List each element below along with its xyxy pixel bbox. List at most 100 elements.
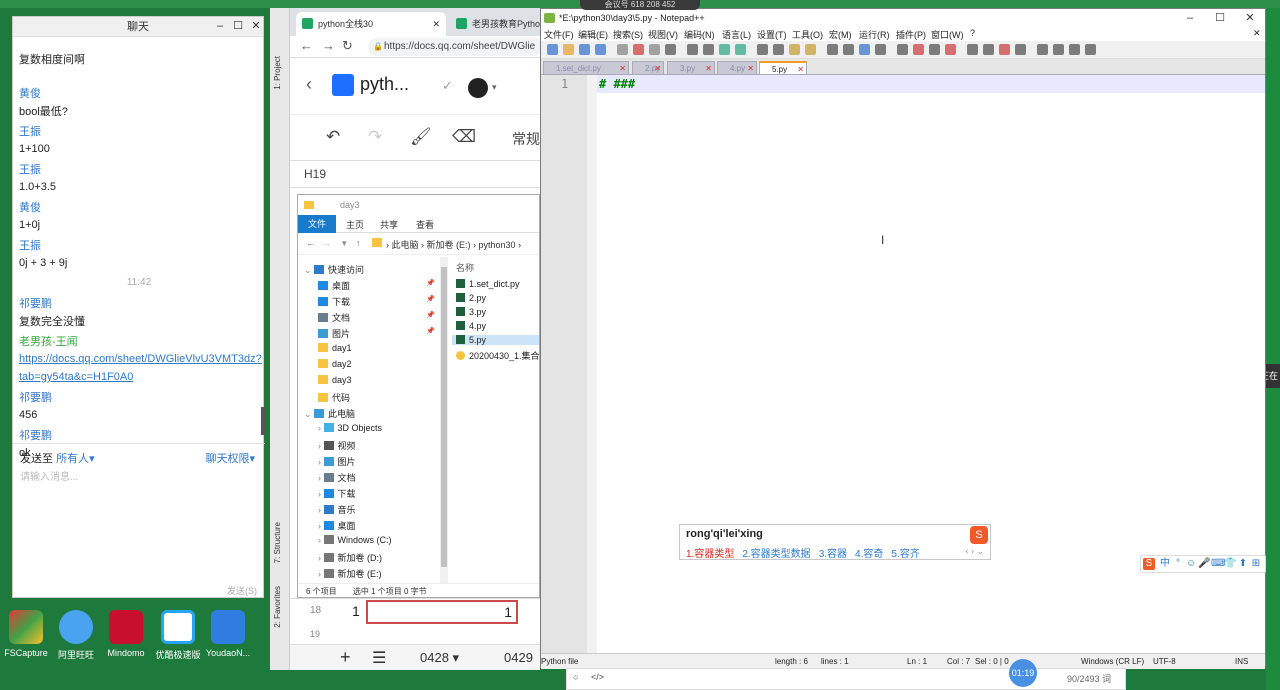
document-tab[interactable]: 4.py ✕ — [717, 61, 757, 75]
menu-item[interactable]: 编码(N) — [684, 28, 715, 41]
back-icon[interactable]: ← — [306, 238, 315, 248]
document-tab[interactable]: 1.set_dict.py ✕ — [543, 61, 629, 75]
row-header-19[interactable]: 19 — [310, 629, 320, 639]
save-all-icon[interactable] — [595, 44, 606, 55]
sheet-list-icon[interactable]: ☰ — [372, 648, 386, 668]
zoom-out-icon[interactable] — [805, 44, 816, 55]
func-list-icon[interactable] — [945, 44, 956, 55]
sogou-icon[interactable]: S — [1143, 558, 1155, 570]
document-tab[interactable]: 3.py ✕ — [667, 61, 715, 75]
tree-item[interactable]: › 视频 — [318, 439, 356, 452]
maximize-icon[interactable]: ☐ — [231, 19, 245, 33]
add-sheet-icon[interactable]: + — [340, 647, 351, 668]
ide-project-label[interactable]: 1: Project — [273, 56, 282, 90]
ime-toolbar-icon[interactable]: ☺ — [1185, 558, 1197, 570]
ime-toolbar-icon[interactable]: 中 — [1159, 558, 1171, 570]
tree-item[interactable]: › Windows (C:) — [318, 535, 392, 545]
tree-item[interactable]: day1 — [318, 343, 352, 353]
file-row[interactable]: 5.py — [452, 335, 539, 345]
folder-workspace-icon[interactable] — [967, 44, 978, 55]
copy-icon[interactable] — [687, 44, 698, 55]
cut-icon[interactable] — [665, 44, 676, 55]
ribbon-tab-share[interactable]: 共享 — [380, 218, 398, 231]
row-header-18[interactable]: 18 — [310, 605, 321, 616]
page-arrows-icon[interactable]: ‹ › ⌄ — [965, 546, 984, 557]
find-icon[interactable] — [757, 44, 768, 55]
undo-icon[interactable]: ↶ — [326, 127, 340, 147]
tree-item[interactable]: › 音乐 — [318, 503, 356, 516]
tree-item[interactable]: 下载 📌 — [318, 295, 435, 308]
scroll-thumb[interactable] — [441, 267, 447, 567]
breadcrumb-item[interactable]: 新加卷 (E:) — [427, 240, 471, 250]
tree-item[interactable]: › 新加卷 (E:) — [318, 567, 382, 580]
tree-item[interactable]: › 3D Objects — [318, 423, 382, 433]
ime-toolbar-icon[interactable]: ⌨ — [1211, 558, 1225, 570]
chat-permission-button[interactable]: 聊天权限▾ — [205, 450, 255, 466]
ide-favorites-label[interactable]: 2: Favorites — [273, 586, 282, 628]
ime-candidate[interactable]: 1.容器类型 — [686, 549, 734, 560]
ime-candidate[interactable]: 4.容奇 — [855, 549, 883, 560]
browser-tab-oldboy[interactable]: 老男孩教育Pytho — [450, 12, 540, 36]
ribbon-tab-file[interactable]: 文件 — [298, 215, 336, 233]
tree-item[interactable]: › 文档 — [318, 471, 356, 484]
run-multiple-icon[interactable] — [1053, 44, 1064, 55]
desktop-icon-mindomo[interactable]: Mindomo — [96, 610, 156, 658]
doc-map-icon[interactable] — [929, 44, 940, 55]
reload-icon[interactable]: ↻ — [342, 38, 353, 54]
sync-v-icon[interactable] — [827, 44, 838, 55]
file-row[interactable]: 4.py — [456, 321, 486, 331]
menu-item[interactable]: 设置(T) — [757, 28, 787, 41]
save-icon[interactable] — [579, 44, 590, 55]
back-icon[interactable]: ← — [300, 38, 313, 53]
monitor-icon[interactable] — [983, 44, 994, 55]
menu-item[interactable]: 搜索(S) — [613, 28, 643, 41]
chevron-down-icon[interactable]: ⌄ — [304, 265, 314, 275]
code-line[interactable]: # ### — [599, 77, 635, 91]
redo-icon[interactable] — [735, 44, 746, 55]
open-file-icon[interactable] — [563, 44, 574, 55]
pin-icon[interactable]: 📌 — [426, 295, 435, 303]
tree-item[interactable]: 桌面 📌 — [318, 279, 435, 292]
document-tab[interactable]: 5.py ✕ — [759, 61, 807, 75]
stop-record-icon[interactable] — [1015, 44, 1026, 55]
close-icon[interactable]: ✕ — [747, 62, 754, 74]
close-icon[interactable]: ✕ — [432, 12, 440, 36]
chevron-down-icon[interactable]: ▾ — [492, 82, 497, 93]
desktop-icon-youdao[interactable]: YoudaoN... — [198, 610, 258, 658]
undo-icon[interactable] — [719, 44, 730, 55]
tree-item[interactable]: › 桌面 — [318, 519, 356, 532]
browser-tab-python30[interactable]: python全栈30 ✕ — [296, 12, 446, 36]
pin-icon[interactable]: 📌 — [426, 279, 435, 287]
close-icon[interactable] — [617, 44, 628, 55]
chat-link[interactable]: https://docs.qq.com/sheet/DWGlieVlvU3VMT… — [19, 353, 262, 365]
tree-item[interactable]: 文档 📌 — [318, 311, 435, 324]
save-macro-icon[interactable] — [1069, 44, 1080, 55]
ime-candidate[interactable]: 2.容器类型数据 — [742, 549, 810, 560]
breadcrumb-item[interactable]: 此电脑 — [392, 240, 419, 250]
file-row[interactable]: 3.py — [456, 307, 486, 317]
close-doc-icon[interactable]: ✕ — [1253, 28, 1261, 39]
menu-item[interactable]: 窗口(W) — [931, 28, 964, 41]
menu-item[interactable]: 文件(F) — [544, 28, 574, 41]
file-row[interactable]: 1.set_dict.py — [456, 279, 520, 289]
ribbon-tab-home[interactable]: 主页 — [346, 218, 364, 231]
ime-toolbar-icon[interactable]: ⬆ — [1237, 558, 1249, 570]
tree-item[interactable]: › 图片 — [318, 455, 356, 468]
doc-title[interactable]: pyth... — [360, 74, 409, 95]
chat-scrollbar[interactable] — [261, 407, 265, 435]
tree-item[interactable]: › 下载 — [318, 487, 356, 500]
maximize-icon[interactable]: ☐ — [1205, 9, 1235, 27]
tree-item[interactable]: 代码 — [318, 391, 350, 404]
file-row[interactable]: 20200430_1.集合 — [456, 349, 539, 362]
chat-link[interactable]: tab=gy54ta&c=H1F0A0 — [19, 371, 133, 383]
forward-icon[interactable]: → — [322, 38, 335, 53]
navigation-scrollbar[interactable] — [440, 257, 448, 583]
close-icon[interactable]: ✕ — [1235, 9, 1265, 27]
sheet-tab-0428[interactable]: 0428 ▾ — [420, 650, 459, 666]
menu-item[interactable]: 视图(V) — [648, 28, 678, 41]
number-format-dropdown[interactable]: 常规 — [512, 129, 540, 149]
show-all-icon[interactable] — [875, 44, 886, 55]
ime-toolbar-icon[interactable]: ° — [1172, 558, 1184, 570]
indent-guide-icon[interactable] — [897, 44, 908, 55]
selected-cell[interactable]: 1 — [366, 600, 518, 624]
